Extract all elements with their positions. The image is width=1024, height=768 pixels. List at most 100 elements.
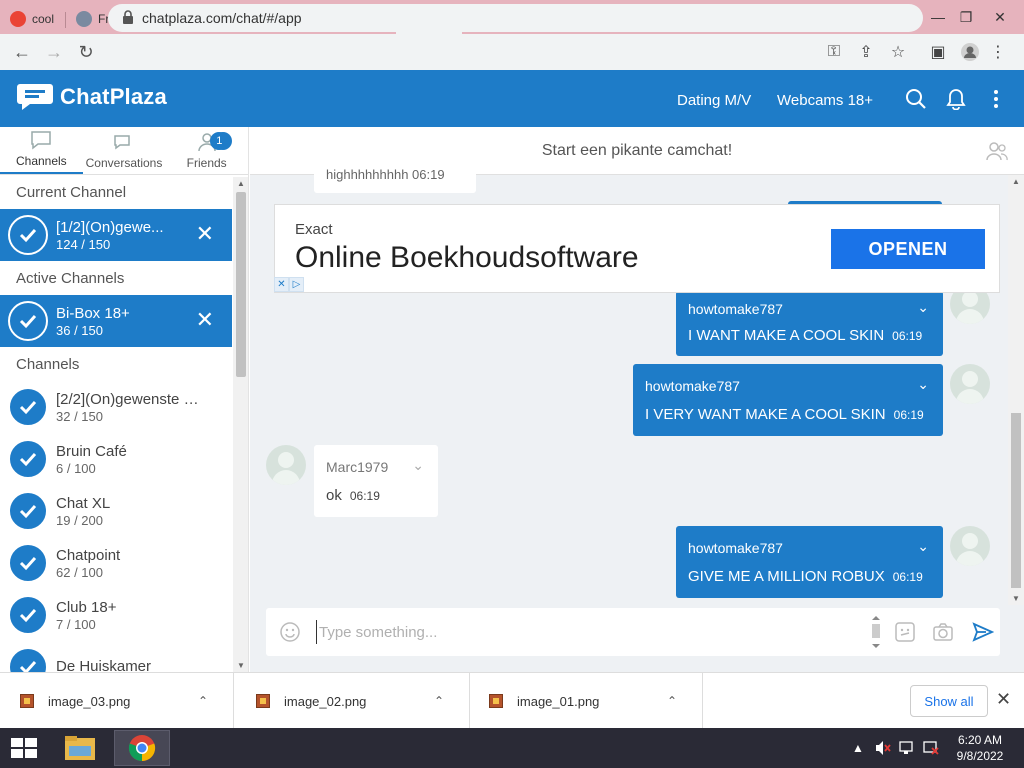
nav-dating-link[interactable]: Dating M/V: [677, 92, 751, 109]
channel-count: 7 / 100: [56, 616, 96, 632]
chrome-taskbar-icon[interactable]: [114, 730, 170, 766]
tray-expand-icon[interactable]: ▲: [852, 728, 864, 768]
tab-channels[interactable]: Channels: [0, 127, 83, 174]
channel-name: De Huiskamer: [56, 658, 152, 672]
download-item[interactable]: image_02.png ⌃: [236, 673, 470, 729]
users-list-icon[interactable]: [986, 141, 1008, 161]
chevron-up-icon[interactable]: ⌃: [198, 694, 208, 708]
message-sender[interactable]: Marc1979: [326, 459, 388, 475]
scroll-down-icon[interactable]: ▼: [1011, 594, 1021, 603]
chat-scroll-thumb[interactable]: [1011, 413, 1021, 588]
reload-icon[interactable]: ↻: [70, 36, 102, 68]
volume-muted-icon[interactable]: [874, 728, 892, 768]
current-channel-item[interactable]: [1/2](On)gewe... 124 / 150 ✕: [0, 209, 232, 261]
close-downloads-icon[interactable]: ✕: [996, 689, 1011, 710]
show-all-downloads-button[interactable]: Show all: [910, 685, 988, 717]
channel-item[interactable]: De Huiskamer: [0, 641, 232, 672]
url-field[interactable]: chatplaza.com/chat/#/app: [108, 4, 923, 32]
browser-tab[interactable]: cool: [0, 4, 66, 34]
share-icon[interactable]: ⇪: [850, 34, 882, 70]
avatar[interactable]: [266, 445, 306, 485]
scroll-down-icon[interactable]: ▼: [236, 661, 246, 670]
restore-icon[interactable]: ❐: [952, 0, 980, 34]
chevron-up-icon[interactable]: ⌃: [434, 694, 444, 708]
file-explorer-icon[interactable]: [52, 730, 108, 766]
chatplaza-logo[interactable]: ChatPlaza: [16, 82, 167, 112]
ad-close-icon[interactable]: ✕: [274, 277, 289, 292]
notifications-bell-icon[interactable]: [944, 87, 968, 111]
forward-icon[interactable]: →: [38, 36, 70, 68]
chat-area: Start een pikante camchat! highhhhhhhhh …: [250, 127, 1024, 672]
chat-icon: [31, 131, 52, 150]
clock-date: 9/8/2022: [956, 749, 1004, 763]
sticker-icon[interactable]: [894, 621, 916, 643]
scroll-up-icon[interactable]: ▲: [236, 179, 246, 188]
chat-scrollbar[interactable]: ▲ ▼: [1008, 175, 1024, 605]
tab-channels-label: Channels: [15, 154, 67, 168]
chevron-up-icon[interactable]: ⌃: [667, 694, 677, 708]
send-icon[interactable]: [972, 621, 994, 643]
channel-name: Bi-Box 18+: [56, 304, 130, 322]
leave-channel-close-icon[interactable]: ✕: [196, 309, 214, 331]
ad-open-button[interactable]: OPENEN: [831, 229, 985, 269]
message-menu-chevron-icon[interactable]: ⌄: [917, 299, 929, 316]
channel-count: 32 / 150: [56, 408, 103, 424]
image-file-icon: [489, 694, 503, 708]
input-scroll-arrows[interactable]: [870, 614, 882, 650]
ad-banner[interactable]: Exact Online Boekhoudsoftware OPENEN: [274, 204, 1000, 293]
channels-heading: Channels: [16, 355, 80, 373]
network-icon[interactable]: [898, 728, 916, 768]
channel-item[interactable]: Chatpoint 62 / 100: [0, 537, 232, 589]
close-window-icon[interactable]: ✕: [984, 0, 1016, 34]
message-menu-chevron-icon[interactable]: ⌄: [917, 376, 929, 393]
download-item[interactable]: image_03.png ⌃: [0, 673, 234, 729]
key-icon[interactable]: ⚿: [818, 34, 850, 70]
windows-start-icon[interactable]: [8, 734, 40, 762]
minimize-icon[interactable]: —: [924, 0, 952, 34]
ad-info-icon[interactable]: ▷: [289, 277, 304, 292]
nav-webcams-link[interactable]: Webcams 18+: [777, 92, 873, 109]
channel-count: 6 / 100: [56, 460, 96, 476]
search-icon[interactable]: [904, 87, 928, 111]
ad-choices[interactable]: ✕ ▷: [274, 277, 304, 292]
tab-friends[interactable]: 1 Friends: [165, 127, 248, 174]
sidebar-scroll-thumb[interactable]: [236, 192, 246, 377]
chrome-menu-icon[interactable]: ⋮: [982, 34, 1014, 70]
message-sender[interactable]: howtomake787: [688, 540, 783, 556]
download-item[interactable]: image_01.png ⌃: [469, 673, 703, 729]
active-channel-item[interactable]: Bi-Box 18+ 36 / 150 ✕: [0, 295, 232, 347]
channel-item[interactable]: Chat XL 19 / 200: [0, 485, 232, 537]
channel-list: [2/2](On)gewenste pr... 32 / 150 Bruin Caf…: [0, 381, 248, 672]
camera-icon[interactable]: [932, 621, 954, 643]
tab-conversations[interactable]: 6 Conversations: [83, 127, 232, 174]
message-text: GIVE ME A MILLION ROBUX: [688, 568, 885, 585]
system-clock[interactable]: 6:20 AM 9/8/2022: [944, 732, 1016, 764]
message-menu-chevron-icon[interactable]: ⌄: [917, 538, 929, 555]
back-icon[interactable]: ←: [6, 36, 38, 68]
chat-header-title[interactable]: Start een pikante camchat!: [542, 142, 732, 160]
scroll-up-icon[interactable]: ▲: [1011, 177, 1021, 186]
ad-headline[interactable]: Online Boekhoudsoftware: [295, 241, 639, 275]
more-menu-icon[interactable]: [984, 87, 1008, 111]
action-center-icon[interactable]: [922, 728, 940, 768]
message-bubble: Marc1979 ⌄ ok 06:19: [314, 445, 438, 517]
channel-item[interactable]: Bruin Café 6 / 100: [0, 433, 232, 485]
message-menu-chevron-icon[interactable]: ⌄: [412, 457, 424, 474]
clock-time: 6:20 AM: [957, 733, 1003, 747]
message-input[interactable]: [316, 620, 856, 644]
channel-count: 62 / 100: [56, 564, 103, 580]
google-icon: [10, 11, 26, 27]
channel-check-icon: [8, 439, 48, 479]
channel-item[interactable]: Club 18+ 7 / 100: [0, 589, 232, 641]
channel-item[interactable]: [2/2](On)gewenste pr... 32 / 150: [0, 381, 232, 433]
page-icon: [76, 11, 92, 27]
sidebar-scrollbar[interactable]: ▲ ▼: [233, 177, 248, 672]
emoji-icon[interactable]: [280, 622, 300, 642]
message-sender[interactable]: howtomake787: [688, 301, 783, 317]
leave-channel-close-icon[interactable]: ✕: [196, 223, 214, 245]
message-sender[interactable]: howtomake787: [645, 378, 740, 394]
avatar[interactable]: [950, 364, 990, 404]
side-panel-icon[interactable]: ▣: [922, 34, 954, 70]
avatar[interactable]: [950, 526, 990, 566]
bookmark-star-icon[interactable]: ☆: [882, 34, 914, 70]
